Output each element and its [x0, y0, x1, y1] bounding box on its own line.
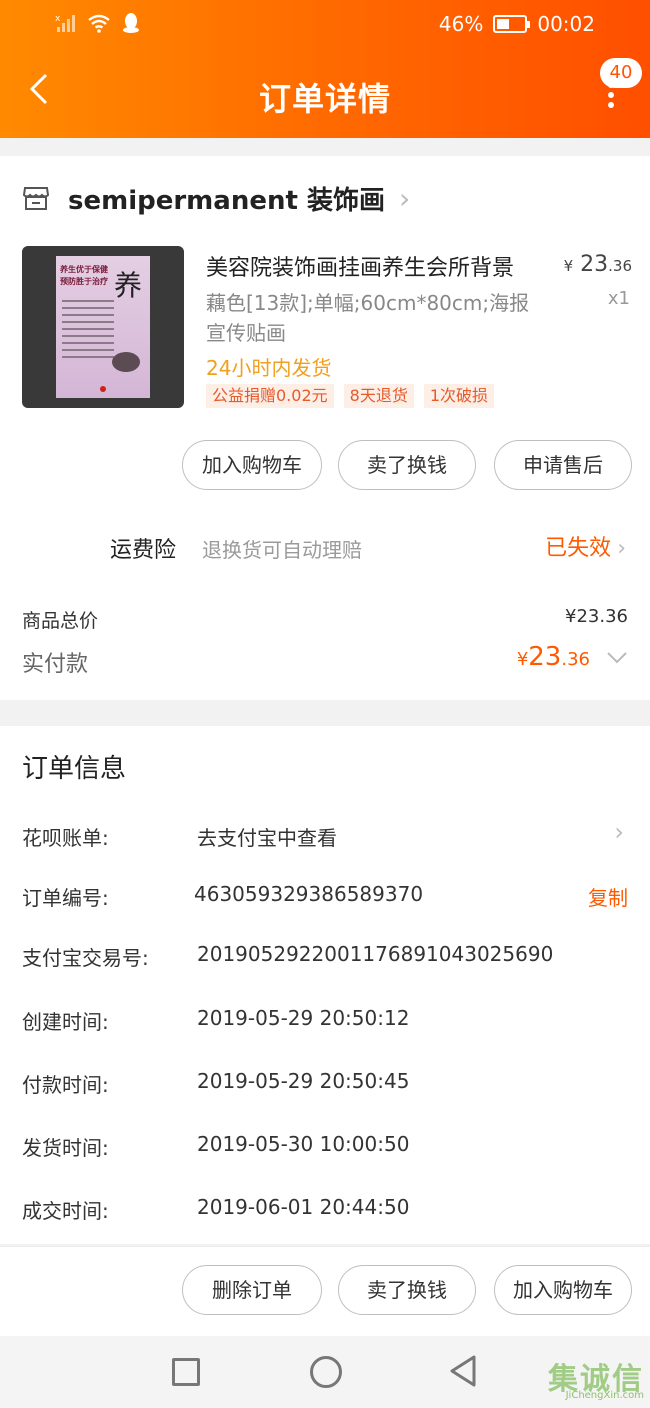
paid-currency: ¥ — [516, 649, 529, 670]
freight-insurance-status[interactable]: 已失效 › — [545, 530, 626, 562]
nav-bar: 订单详情 40 — [0, 52, 650, 138]
add-to-cart-button-bottom[interactable]: 加入购物车 — [494, 1265, 632, 1315]
product-spec: 藕色[13款];单幅;60cm*80cm;海报宣传贴画 — [206, 291, 530, 345]
shop-header[interactable]: semipermanent 装饰画 › — [22, 178, 410, 218]
status-icons-left: x — [55, 12, 141, 34]
page-title: 订单详情 — [258, 80, 391, 118]
chevron-right-icon: › — [398, 181, 411, 215]
paid-amount-value: ¥23.36 — [517, 642, 590, 672]
product-title[interactable]: 美容院装饰画挂画养生会所背景 — [206, 250, 546, 282]
after-sale-button[interactable]: 申请售后 — [494, 440, 632, 490]
poster-glyph: 养 — [113, 269, 142, 302]
order-item-card: semipermanent 装饰画 › 养生优于保健 预防胜于治疗 养 美容院装… — [0, 156, 650, 700]
chevron-right-icon: › — [617, 536, 626, 561]
delete-order-button[interactable]: 删除订单 — [182, 1265, 322, 1315]
tag-return: 8天退货 — [343, 384, 414, 408]
service-tags: 公益捐赠0.02元 8天退货 1次破损 — [206, 384, 495, 408]
paid-integer: 23 — [528, 642, 562, 672]
row-key: 发货时间: — [22, 1136, 109, 1160]
goods-total-label: 商品总价 — [22, 610, 99, 632]
shipped-time-row: 发货时间: 2019-05-30 10:00:50 — [22, 1132, 628, 1168]
order-info-title: 订单信息 — [22, 754, 127, 784]
teapot-graphic — [112, 352, 140, 372]
battery-level — [497, 19, 510, 29]
completed-time-row: 成交时间: 2019-06-01 20:44:50 — [22, 1195, 628, 1231]
row-value: 去支付宝中查看 — [197, 826, 337, 850]
alipay-trade-row: 支付宝交易号: 2019052922001176891043025690 — [22, 942, 628, 978]
paid-amount-label: 实付款 — [22, 652, 89, 677]
tag-charity: 公益捐赠0.02元 — [206, 384, 334, 408]
order-info-card: 订单信息 花呗账单: 去支付宝中查看 › 订单编号: 4630593293865… — [0, 726, 650, 1244]
freight-insurance-desc: 退换货可自动理赔 — [202, 538, 362, 562]
order-number-row: 订单编号: 463059329386589370 复制 — [22, 882, 628, 918]
add-to-cart-button[interactable]: 加入购物车 — [182, 440, 322, 490]
row-value: 2019052922001176891043025690 — [197, 942, 554, 966]
bottom-action-bar: 删除订单 卖了换钱 加入购物车 — [0, 1246, 650, 1336]
row-value: 2019-06-01 20:44:50 — [197, 1195, 410, 1219]
store-icon — [22, 187, 50, 210]
freight-insurance-label: 运费险 — [110, 538, 177, 563]
system-nav-bar: 集诚信 JiChengXin.com — [0, 1336, 650, 1408]
header-bar: x 46% 00:02 订单详情 40 — [0, 0, 650, 138]
price-currency: ¥ — [563, 257, 574, 275]
product-thumbnail[interactable]: 养生优于保健 预防胜于治疗 养 — [22, 246, 184, 408]
huabei-row[interactable]: 花呗账单: 去支付宝中查看 › — [22, 818, 628, 858]
svg-text:x: x — [55, 14, 61, 24]
price-integer: 23 — [580, 252, 609, 277]
row-key: 支付宝交易号: — [22, 946, 149, 970]
row-key: 订单编号: — [22, 886, 109, 910]
shipping-promise: 24小时内发货 — [206, 356, 332, 380]
row-key: 花呗账单: — [22, 826, 109, 850]
row-value: 2019-05-30 10:00:50 — [197, 1132, 410, 1156]
product-price: ¥ 23.36 — [564, 252, 632, 277]
product-quantity: x1 — [607, 288, 630, 309]
signal-icon: x — [55, 14, 75, 32]
clock: 00:02 — [537, 12, 595, 36]
paid-time-row: 付款时间: 2019-05-29 20:50:45 — [22, 1069, 628, 1105]
poster-text: 养生优于保健 预防胜于治疗 — [60, 265, 108, 286]
shop-name: semipermanent 装饰画 — [68, 185, 385, 216]
battery-percent: 46% — [438, 12, 484, 36]
created-time-row: 创建时间: 2019-05-29 20:50:12 — [22, 1006, 628, 1042]
qq-icon — [123, 13, 139, 33]
battery-icon — [493, 15, 531, 33]
goods-total-value: ¥23.36 — [565, 606, 628, 627]
resell-button[interactable]: 卖了换钱 — [338, 440, 476, 490]
copy-button[interactable]: 复制 — [588, 882, 628, 911]
recents-icon[interactable] — [172, 1358, 200, 1386]
poster-body-lines — [62, 300, 114, 363]
tag-damage: 1次破损 — [423, 384, 495, 408]
row-value: 2019-05-29 20:50:45 — [197, 1069, 410, 1093]
status-bar: x 46% 00:02 — [0, 0, 650, 52]
poster-image: 养生优于保健 预防胜于治疗 养 — [56, 256, 150, 398]
seal-mark — [100, 386, 106, 392]
chevron-down-icon[interactable] — [606, 646, 628, 671]
insurance-status-text: 已失效 — [545, 536, 612, 561]
status-icons-right: 46% 00:02 — [439, 12, 595, 36]
resell-button-bottom[interactable]: 卖了换钱 — [338, 1265, 476, 1315]
back-triangle-icon[interactable] — [448, 1354, 478, 1388]
message-count-badge[interactable]: 40 — [600, 58, 642, 88]
row-key: 成交时间: — [22, 1199, 109, 1223]
home-icon[interactable] — [310, 1356, 342, 1388]
row-key: 付款时间: — [22, 1073, 109, 1097]
price-decimal: .36 — [608, 257, 632, 275]
row-key: 创建时间: — [22, 1010, 109, 1034]
wifi-icon — [88, 14, 110, 33]
row-value: 463059329386589370 — [194, 882, 424, 906]
row-value: 2019-05-29 20:50:12 — [197, 1006, 410, 1030]
watermark-url: JiChengXin.com — [565, 1390, 644, 1401]
chevron-right-icon: › — [614, 818, 624, 846]
paid-decimal: .36 — [561, 649, 590, 670]
